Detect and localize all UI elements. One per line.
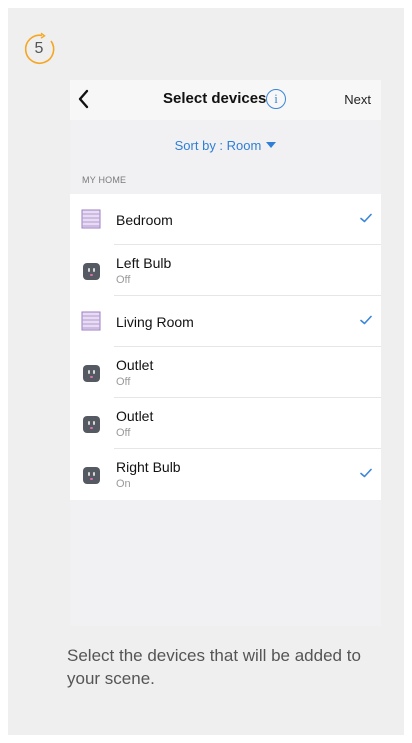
instruction-card: 5 Select devices i Next Sort by : Room M… xyxy=(8,8,404,735)
checkmark-icon xyxy=(360,315,372,325)
instruction-caption: Select the devices that will be added to… xyxy=(67,646,361,688)
device-row-outlet-1[interactable]: Outlet Off xyxy=(70,347,381,398)
device-row-left-bulb[interactable]: Left Bulb Off xyxy=(70,245,381,296)
checkmark-icon xyxy=(360,468,372,478)
room-icon xyxy=(81,311,101,331)
phone-screen: Select devices i Next Sort by : Room MY … xyxy=(70,80,381,626)
nav-bar: Select devices i Next xyxy=(70,80,381,120)
sort-row: Sort by : Room xyxy=(70,120,381,174)
device-status: Off xyxy=(116,274,131,286)
caret-down-icon xyxy=(266,142,277,148)
back-button[interactable] xyxy=(74,88,96,110)
checkmark-icon xyxy=(360,213,372,223)
device-list: Bedroom Left Bulb Off Living Room Outlet… xyxy=(70,194,381,500)
outlet-icon xyxy=(83,467,100,484)
device-name: Left Bulb xyxy=(116,255,172,271)
info-icon[interactable]: i xyxy=(266,89,286,109)
chevron-left-icon xyxy=(78,89,89,109)
section-header: MY HOME xyxy=(82,175,127,185)
device-name: Outlet xyxy=(116,408,154,424)
device-status: On xyxy=(116,478,131,490)
device-row-outlet-2[interactable]: Outlet Off xyxy=(70,398,381,449)
step-number: 5 xyxy=(34,40,44,57)
sort-label: Sort by : Room xyxy=(174,138,262,153)
page-title: Select devices xyxy=(163,90,267,107)
device-name: Living Room xyxy=(116,314,194,330)
outlet-icon xyxy=(83,263,100,280)
device-row-bedroom[interactable]: Bedroom xyxy=(70,194,381,245)
sort-dropdown[interactable]: Sort by : Room xyxy=(175,138,277,153)
device-name: Bedroom xyxy=(116,212,173,228)
step-badge: 5 xyxy=(22,32,56,66)
outlet-icon xyxy=(83,416,100,433)
device-row-living-room[interactable]: Living Room xyxy=(70,296,381,347)
device-row-right-bulb[interactable]: Right Bulb On xyxy=(70,449,381,500)
device-name: Outlet xyxy=(116,357,154,373)
device-status: Off xyxy=(116,376,131,388)
device-status: Off xyxy=(116,427,131,439)
room-icon xyxy=(81,209,101,229)
next-button[interactable]: Next xyxy=(344,92,371,107)
outlet-icon xyxy=(83,365,100,382)
device-name: Right Bulb xyxy=(116,459,181,475)
